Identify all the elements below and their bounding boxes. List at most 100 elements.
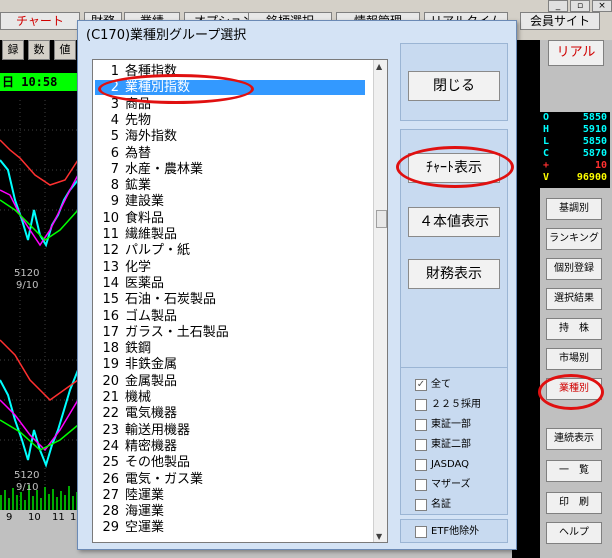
market-checkbox[interactable]: JASDAQ bbox=[415, 457, 469, 473]
list-item[interactable]: 13 化学 bbox=[95, 260, 365, 275]
checkbox-label: JASDAQ bbox=[431, 459, 470, 470]
list-item[interactable]: 12 パルプ・紙 bbox=[95, 243, 365, 258]
item-number: 23 bbox=[102, 422, 119, 438]
list-item[interactable]: 5 海外指数 bbox=[95, 129, 365, 144]
list-item[interactable]: 9 建設業 bbox=[95, 194, 365, 209]
real-button[interactable]: リアル bbox=[548, 40, 604, 66]
item-number: 16 bbox=[102, 308, 119, 324]
checkbox-box[interactable] bbox=[415, 419, 427, 431]
list-item[interactable]: 15 石油・石炭製品 bbox=[95, 292, 365, 307]
list-scrollbar[interactable]: ▲ ▼ bbox=[373, 60, 387, 542]
list-item[interactable]: 20 金属製品 bbox=[95, 374, 365, 389]
financial-display-button[interactable]: 財務表示 bbox=[408, 259, 500, 289]
item-label: 海運業 bbox=[125, 504, 165, 520]
quote-label: V bbox=[543, 172, 550, 183]
list-item[interactable]: 21 機械 bbox=[95, 390, 365, 405]
market-checkbox[interactable]: ✓ 全て bbox=[415, 377, 451, 393]
checkbox-label: ETF他除外 bbox=[431, 526, 480, 537]
list-item[interactable]: 27 陸運業 bbox=[95, 488, 365, 503]
item-number: 29 bbox=[102, 520, 119, 536]
side-button[interactable]: ヘルプ bbox=[546, 522, 602, 544]
item-label: ゴム製品 bbox=[125, 308, 178, 324]
item-number: 1 bbox=[110, 64, 119, 79]
chart-canvas bbox=[0, 100, 80, 510]
close-window-icon[interactable]: × bbox=[592, 0, 612, 12]
side-button[interactable]: 印 刷 bbox=[546, 492, 602, 514]
market-checkbox[interactable]: 東証一部 bbox=[415, 417, 471, 433]
market-checkbox[interactable]: マザーズ bbox=[415, 477, 471, 493]
quote-row: V 96900 bbox=[540, 172, 610, 184]
record-button[interactable]: 録 bbox=[2, 40, 24, 60]
side-button[interactable]: 個別登録 bbox=[546, 258, 602, 280]
checkbox-box[interactable] bbox=[415, 399, 427, 411]
checkbox-box[interactable] bbox=[415, 459, 427, 471]
item-number: 10 bbox=[102, 210, 119, 226]
market-checkbox[interactable]: ２２５採用 bbox=[415, 397, 481, 413]
list-item[interactable]: 16 ゴム製品 bbox=[95, 309, 365, 324]
side-button[interactable]: ランキング bbox=[546, 228, 602, 250]
list-item[interactable]: 11 繊維製品 bbox=[95, 227, 365, 242]
market-checkbox[interactable]: 東証二部 bbox=[415, 437, 471, 453]
item-label: 食料品 bbox=[125, 210, 165, 226]
list-item[interactable]: 23 輸送用機器 bbox=[95, 423, 365, 438]
scroll-down-icon[interactable]: ▼ bbox=[376, 532, 382, 541]
etf-exclude-checkbox[interactable]: ETF他除外 bbox=[415, 524, 479, 540]
checkbox-box[interactable] bbox=[415, 499, 427, 511]
price-label: 5120 bbox=[14, 268, 40, 279]
item-number: 17 bbox=[102, 324, 119, 340]
industry-list[interactable]: 1 各種指数 2 業種別指数 3 商品 4 先物 5 海外指数 6 為替 7 水産・農林業 8 鉱業 9 建設業 1… bbox=[92, 59, 388, 543]
item-number: 22 bbox=[102, 406, 119, 422]
list-item[interactable]: 22 電気機器 bbox=[95, 406, 365, 421]
highlight-oval-list-item bbox=[98, 74, 254, 104]
side-button[interactable]: 連続表示 bbox=[546, 428, 602, 450]
restore-icon[interactable]: ▫ bbox=[570, 0, 590, 12]
side-button[interactable]: 持 株 bbox=[546, 318, 602, 340]
tab-chart[interactable]: チャート bbox=[0, 12, 80, 30]
item-label: 輸送用機器 bbox=[125, 422, 191, 438]
list-item[interactable]: 6 為替 bbox=[95, 146, 365, 161]
list-item[interactable]: 17 ガラス・土石製品 bbox=[95, 325, 365, 340]
checkbox-box[interactable]: ✓ bbox=[415, 379, 427, 391]
item-number: 25 bbox=[102, 455, 119, 471]
axis-tick: 11 bbox=[52, 512, 65, 523]
close-button[interactable]: 閉じる bbox=[408, 71, 500, 101]
scroll-up-icon[interactable]: ▲ bbox=[376, 62, 382, 71]
market-checkbox[interactable]: 名証 bbox=[415, 497, 451, 513]
checkbox-label: 全て bbox=[431, 379, 451, 390]
list-item[interactable]: 14 医薬品 bbox=[95, 276, 365, 291]
quote-label: + bbox=[543, 160, 550, 171]
list-item[interactable]: 7 水産・農林業 bbox=[95, 162, 365, 177]
list-item[interactable]: 26 電気・ガス業 bbox=[95, 472, 365, 487]
list-item[interactable]: 8 鉱業 bbox=[95, 178, 365, 193]
axis-tick: 1 bbox=[70, 512, 77, 523]
side-button[interactable]: 市場別 bbox=[546, 348, 602, 370]
checkbox-box[interactable] bbox=[415, 479, 427, 491]
list-item[interactable]: 25 その他製品 bbox=[95, 455, 365, 470]
list-item[interactable]: 10 食料品 bbox=[95, 211, 365, 226]
value-button[interactable]: 値 bbox=[54, 40, 76, 60]
list-item[interactable]: 19 非鉄金属 bbox=[95, 357, 365, 372]
four-values-button[interactable]: ４本値表示 bbox=[408, 207, 500, 237]
checkbox-label: 名証 bbox=[431, 499, 451, 510]
list-item[interactable]: 4 先物 bbox=[95, 113, 365, 128]
quote-value: 5850 bbox=[582, 136, 607, 147]
checkbox-label: ２２５採用 bbox=[431, 399, 481, 410]
list-item[interactable]: 18 鉄鋼 bbox=[95, 341, 365, 356]
tab-member-site[interactable]: 会員サイト bbox=[520, 12, 600, 30]
list-item[interactable]: 29 空運業 bbox=[95, 520, 365, 535]
item-number: 6 bbox=[110, 145, 119, 161]
side-button[interactable]: 基調別 bbox=[546, 198, 602, 220]
checkbox-box[interactable] bbox=[415, 526, 427, 538]
number-button[interactable]: 数 bbox=[28, 40, 50, 60]
item-label: 水産・農林業 bbox=[125, 161, 204, 177]
checkbox-box[interactable] bbox=[415, 439, 427, 451]
side-button[interactable]: 選択結果 bbox=[546, 288, 602, 310]
scroll-thumb[interactable] bbox=[376, 210, 387, 228]
side-button[interactable]: 一 覧 bbox=[546, 460, 602, 482]
list-item[interactable]: 28 海運業 bbox=[95, 504, 365, 519]
chart-panel: 5120 9/10 5120 9/10 9 10 11 1 bbox=[0, 40, 80, 558]
list-item[interactable]: 24 精密機器 bbox=[95, 439, 365, 454]
quote-label: C bbox=[543, 148, 550, 159]
date-label: 9/10 bbox=[16, 482, 39, 493]
minimize-icon[interactable]: _ bbox=[548, 0, 568, 12]
